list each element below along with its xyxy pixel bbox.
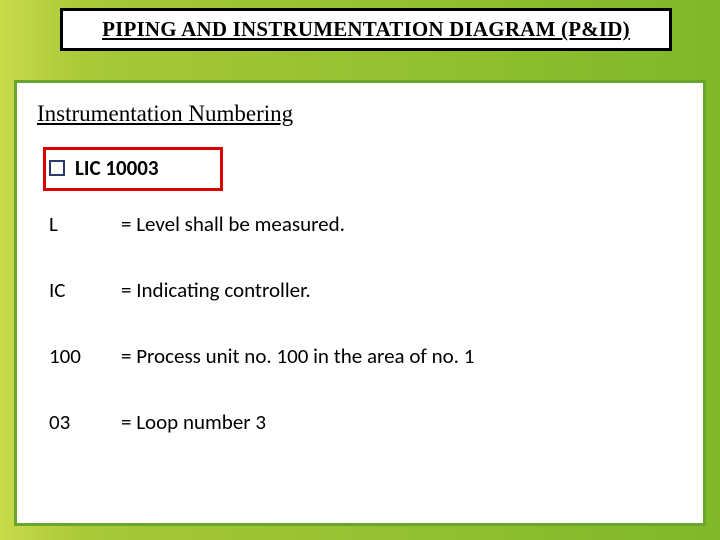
square-bullet-icon <box>49 160 65 176</box>
example-tag-row: LIC 10003 <box>49 155 683 181</box>
table-row: 03 = Loop number 3 <box>49 409 683 435</box>
def-val: = Indicating controller. <box>121 277 311 303</box>
table-row: 100 = Process unit no. 100 in the area o… <box>49 343 683 369</box>
section-heading: Instrumentation Numbering <box>37 101 683 127</box>
example-tag-label: LIC 10003 <box>75 155 159 181</box>
definition-table: L = Level shall be measured. IC = Indica… <box>49 211 683 435</box>
slide-title: PIPING AND INSTRUMENTATION DIAGRAM (P&ID… <box>75 17 657 42</box>
table-row: IC = Indicating controller. <box>49 277 683 303</box>
table-row: L = Level shall be measured. <box>49 211 683 237</box>
def-val: = Loop number 3 <box>121 409 266 435</box>
def-val: = Level shall be measured. <box>121 211 345 237</box>
def-key: 100 <box>49 343 121 369</box>
def-key: L <box>49 211 121 237</box>
def-key: 03 <box>49 409 121 435</box>
def-key: IC <box>49 277 121 303</box>
slide: PIPING AND INSTRUMENTATION DIAGRAM (P&ID… <box>8 8 712 532</box>
title-box: PIPING AND INSTRUMENTATION DIAGRAM (P&ID… <box>60 8 672 51</box>
content-card: Instrumentation Numbering LIC 10003 L = … <box>14 80 706 526</box>
def-val: = Process unit no. 100 in the area of no… <box>121 343 474 369</box>
